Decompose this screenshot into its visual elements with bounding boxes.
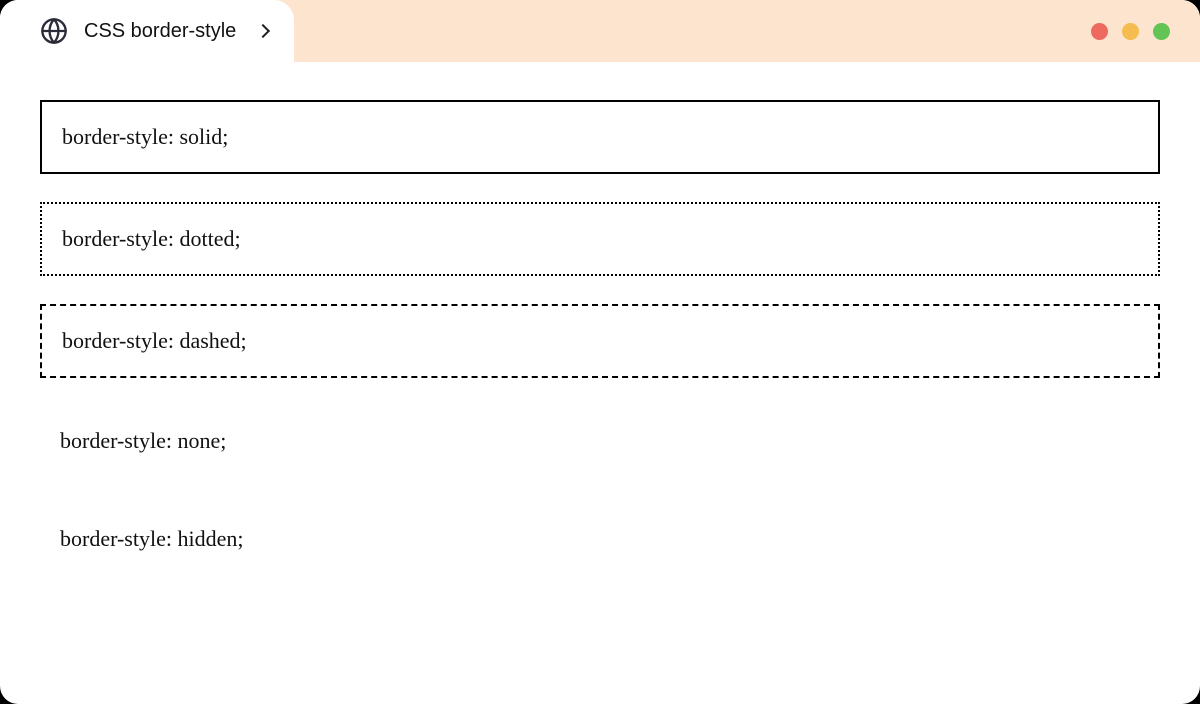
close-icon[interactable]	[1091, 23, 1108, 40]
border-example-none: border-style: none;	[40, 406, 1160, 476]
titlebar: CSS border-style	[0, 0, 1200, 62]
minimize-icon[interactable]	[1122, 23, 1139, 40]
example-label: border-style: solid;	[62, 124, 228, 149]
window-controls	[1091, 23, 1170, 40]
content-area: border-style: solid; border-style: dotte…	[0, 62, 1200, 612]
border-example-dashed: border-style: dashed;	[40, 304, 1160, 378]
border-example-dotted: border-style: dotted;	[40, 202, 1160, 276]
border-example-solid: border-style: solid;	[40, 100, 1160, 174]
maximize-icon[interactable]	[1153, 23, 1170, 40]
example-label: border-style: none;	[60, 428, 226, 453]
example-label: border-style: hidden;	[60, 526, 243, 551]
globe-icon	[40, 17, 68, 45]
browser-tab[interactable]: CSS border-style	[0, 0, 294, 62]
border-example-hidden: border-style: hidden;	[40, 504, 1160, 574]
tab-title: CSS border-style	[84, 20, 236, 43]
browser-window: CSS border-style border-style: solid; bo…	[0, 0, 1200, 704]
example-label: border-style: dashed;	[62, 328, 247, 353]
example-label: border-style: dotted;	[62, 226, 241, 251]
chevron-right-icon	[256, 24, 270, 38]
